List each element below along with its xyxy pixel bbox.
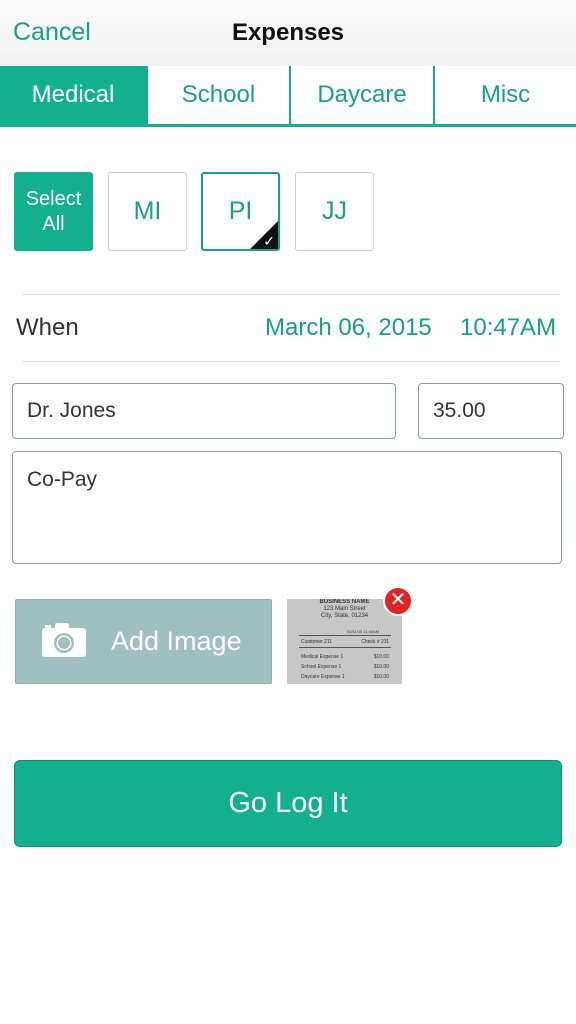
person-label: MI [133, 197, 162, 225]
receipt-row: School Expense 1 $10.00 [301, 664, 389, 670]
receipt-row-label: Medical Expense 1 [301, 654, 344, 660]
receipt-row-amount: $10.00 [373, 654, 389, 660]
receipt-city: City, State, 01234 [320, 613, 369, 619]
camera-icon [42, 623, 86, 657]
receipt-rule [299, 635, 391, 636]
select-all-label-line2: All [42, 212, 65, 235]
receipt-row-amount: $10.00 [373, 674, 389, 680]
person-button-jj[interactable]: JJ [295, 172, 374, 251]
page-title: Expenses [231, 19, 345, 46]
divider [23, 361, 560, 362]
person-button-pi[interactable]: PI ✓ [201, 172, 280, 251]
receipt-row-label: School Expense 1 [301, 664, 342, 670]
when-label: When [16, 314, 79, 341]
payee-input[interactable]: Dr. Jones [12, 383, 396, 439]
person-label: JJ [322, 197, 347, 225]
select-all-label-line1: Select [25, 187, 82, 210]
divider [23, 294, 560, 295]
add-image-label: Add Image [111, 626, 242, 656]
receipt-thumbnail[interactable]: BUSINESS NAME 123 Main Street City, Stat… [287, 599, 402, 684]
select-all-button[interactable]: Select All [14, 172, 93, 251]
receipt-row: Daycare Expense 1 $10.00 [301, 674, 389, 680]
receipt-row-amount: $10.00 [373, 664, 389, 670]
receipt-rule [299, 647, 391, 648]
receipt-customer: Customer 211 [301, 639, 333, 645]
tab-school[interactable]: School [146, 66, 289, 124]
person-label: PI [228, 197, 253, 225]
amount-input[interactable]: 35.00 [418, 383, 564, 439]
category-tabs: Medical School Daycare Misc [0, 66, 576, 127]
go-log-it-button[interactable]: Go Log It [14, 760, 562, 847]
tab-daycare[interactable]: Daycare [289, 66, 433, 124]
receipt-row-label: Daycare Expense 1 [301, 674, 345, 680]
nav-bar: Cancel Expenses [0, 0, 576, 66]
receipt-check: Check # 211 [361, 639, 389, 645]
remove-image-icon[interactable]: ✕ [383, 586, 413, 616]
time-picker[interactable]: 10:47AM [460, 314, 556, 342]
tab-medical[interactable]: Medical [0, 66, 146, 124]
add-image-button[interactable]: Add Image [15, 599, 272, 684]
receipt-header-row: Customer 211 Check # 211 [301, 639, 389, 645]
date-picker[interactable]: March 06, 2015 [265, 314, 432, 342]
receipt-row: Medical Expense 1 $10.00 [301, 654, 389, 660]
person-button-mi[interactable]: MI [108, 172, 187, 251]
receipt-date: 02/11/15 11:40AM [347, 629, 380, 634]
checkmark-icon: ✓ [263, 233, 275, 249]
note-textarea[interactable]: Co-Pay [12, 451, 562, 564]
tab-misc[interactable]: Misc [433, 66, 576, 124]
